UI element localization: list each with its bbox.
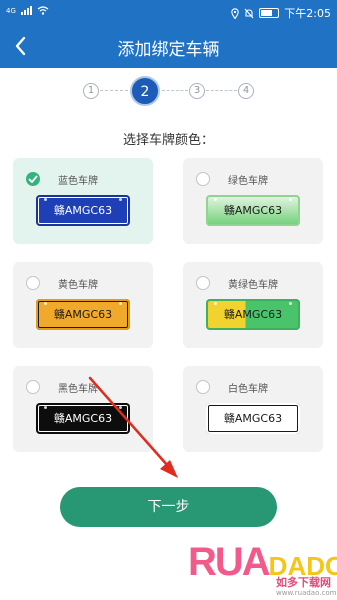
battery-icon [259, 8, 280, 18]
plate-option-label: 蓝色车牌 [58, 176, 98, 187]
wifi-icon [37, 6, 49, 15]
plate-option-blue[interactable]: 蓝色车牌 赣AMGC63 [13, 158, 153, 244]
next-button[interactable]: 下一步 [60, 487, 277, 527]
status-left: 4G [6, 6, 49, 15]
step-1: 1 [83, 83, 99, 99]
plate-option-label: 白色车牌 [228, 384, 268, 395]
network-type: 4G [6, 6, 16, 15]
page-title: 添加绑定车辆 [117, 40, 220, 60]
plate-preview: 赣AMGC63 [36, 299, 130, 330]
radio-checked[interactable] [26, 172, 40, 186]
step-connector [206, 90, 237, 91]
radio-unchecked[interactable] [26, 380, 40, 394]
plate-option-yellow[interactable]: 黄色车牌 赣AMGC63 [13, 262, 153, 348]
plate-option-green[interactable]: 绿色车牌 赣AMGC63 [183, 158, 323, 244]
plate-preview: 赣AMGC63 [36, 195, 130, 226]
step-connector [100, 90, 128, 91]
plate-option-label: 黄色车牌 [58, 280, 98, 291]
radio-unchecked[interactable] [196, 380, 210, 394]
watermark-url: www.ruadao.com [276, 589, 337, 597]
location-icon [231, 7, 240, 19]
signal-icon [20, 6, 32, 15]
status-right: 下午2:05 [231, 5, 331, 21]
plate-preview: 赣AMGC63 [206, 195, 300, 226]
plate-color-prompt: 选择车牌颜色： [122, 133, 214, 148]
step-4: 4 [238, 83, 254, 99]
watermark-text: 如多下载网 [276, 576, 331, 589]
plate-preview: 赣AMGC63 [206, 299, 300, 330]
watermark: RUADADO 如多下载网 www.ruadao.com [188, 542, 337, 600]
step-3: 3 [189, 83, 205, 99]
radio-unchecked[interactable] [196, 172, 210, 186]
step-indicator: 1 2 3 4 [0, 76, 337, 106]
mute-icon [244, 8, 254, 18]
step-connector [162, 90, 188, 91]
plate-option-label: 黄绿色车牌 [228, 280, 278, 291]
step-2-current: 2 [130, 76, 160, 106]
status-bar: 4G 下午2:05 [0, 0, 337, 24]
radio-unchecked[interactable] [26, 276, 40, 290]
radio-unchecked[interactable] [196, 276, 210, 290]
status-time: 下午2:05 [284, 7, 331, 20]
title-bar: 添加绑定车辆 [0, 24, 337, 68]
plate-option-black[interactable]: 黑色车牌 赣AMGC63 [13, 366, 153, 452]
plate-option-yellow-green[interactable]: 黄绿色车牌 赣AMGC63 [183, 262, 323, 348]
plate-option-label: 绿色车牌 [228, 176, 268, 187]
plate-preview: 赣AMGC63 [36, 403, 130, 434]
plate-preview: 赣AMGC63 [206, 403, 300, 434]
plate-option-label: 黑色车牌 [58, 384, 98, 395]
check-icon [28, 175, 38, 183]
plate-option-white[interactable]: 白色车牌 赣AMGC63 [183, 366, 323, 452]
